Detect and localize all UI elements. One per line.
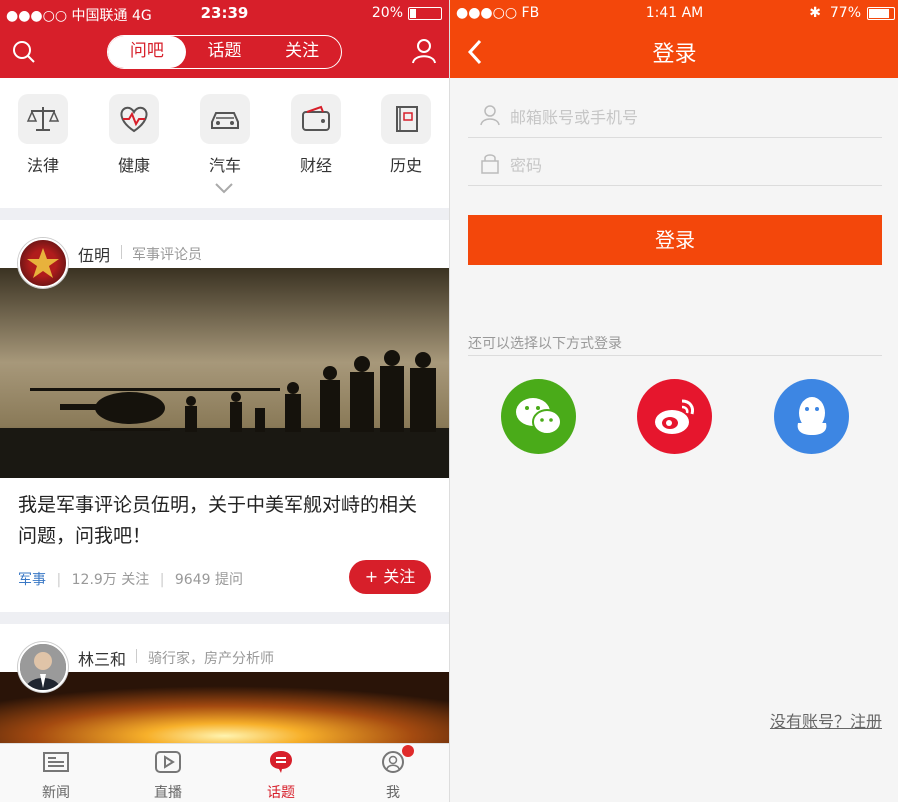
category-law[interactable]: 法律 bbox=[17, 94, 69, 176]
battery-icon bbox=[408, 7, 442, 20]
topic-tag[interactable]: 军事 bbox=[18, 572, 46, 588]
tab-label: 我 bbox=[386, 785, 400, 801]
tab-live[interactable]: 直播 bbox=[138, 750, 198, 802]
car-icon bbox=[200, 94, 250, 144]
chevron-down-icon[interactable] bbox=[214, 182, 234, 194]
tab-topics-active[interactable]: 话题 bbox=[251, 750, 311, 802]
tab-topics[interactable]: 话题 bbox=[186, 36, 264, 68]
scale-icon bbox=[18, 94, 68, 144]
follow-button[interactable]: + 关注 bbox=[349, 560, 431, 594]
password-field[interactable]: 密码 bbox=[468, 138, 882, 186]
category-label: 健康 bbox=[117, 156, 150, 175]
category-label: 法律 bbox=[26, 156, 59, 175]
category-label: 历史 bbox=[389, 156, 422, 175]
category-car[interactable]: 汽车 bbox=[199, 94, 251, 176]
tab-following[interactable]: 关注 bbox=[263, 36, 341, 68]
tab-news[interactable]: 新闻 bbox=[26, 750, 86, 802]
divider bbox=[468, 355, 882, 356]
question-count: 9649 提问 bbox=[174, 572, 243, 588]
wallet-icon bbox=[291, 94, 341, 144]
login-button[interactable]: 登录 bbox=[468, 215, 882, 265]
author-role: 骑行家，房产分析师 bbox=[148, 651, 274, 667]
battery-percent: 20% bbox=[371, 5, 403, 21]
star-emblem-icon bbox=[27, 248, 59, 278]
separator: | bbox=[56, 572, 62, 588]
tab-me[interactable]: 我 bbox=[363, 750, 423, 802]
tab-label: 直播 bbox=[154, 785, 182, 801]
app-header: 问吧 话题 关注 bbox=[0, 26, 449, 78]
alt-login-label: 还可以选择以下方式登录 bbox=[468, 336, 622, 352]
author-name[interactable]: 林三和 bbox=[78, 646, 126, 670]
category-row: 法律 健康 汽车 财经 历史 bbox=[0, 78, 449, 208]
user-icon bbox=[480, 105, 500, 126]
qq-login-button[interactable] bbox=[774, 379, 849, 454]
author-role: 军事评论员 bbox=[132, 247, 202, 263]
heart-pulse-icon bbox=[109, 94, 159, 144]
notification-dot bbox=[402, 745, 414, 757]
segment-control: 问吧 话题 关注 bbox=[107, 35, 342, 69]
topic-title[interactable]: 我是军事评论员伍明，关于中美军舰对峙的相关问题，问我吧！ bbox=[18, 490, 433, 552]
divider bbox=[0, 612, 449, 624]
author-name[interactable]: 伍明 bbox=[78, 242, 110, 266]
topic-card[interactable]: 林三和 骑行家，房产分析师 bbox=[0, 624, 449, 743]
helicopter-soldiers-photo[interactable] bbox=[0, 268, 449, 478]
weibo-login-button[interactable] bbox=[637, 379, 712, 454]
newspaper-icon bbox=[43, 752, 69, 772]
wechat-icon bbox=[515, 397, 562, 435]
status-bar: ●●●○○ FB 1:41 AM ✱ 77% bbox=[450, 0, 898, 26]
separator bbox=[121, 245, 122, 259]
page-title: 登录 bbox=[652, 42, 697, 67]
username-field[interactable]: 邮箱账号或手机号 bbox=[468, 90, 882, 138]
tab-wenba[interactable]: 问吧 bbox=[108, 36, 186, 68]
tab-label: 新闻 bbox=[42, 785, 70, 801]
bluetooth-icon: ✱ bbox=[809, 5, 821, 21]
status-bar: ●●●○○ 中国联通 4G 23:39 20% bbox=[0, 0, 449, 26]
topic-card[interactable]: 伍明 军事评论员 我是军事评论员伍明，关于中美军舰对峙的相关问题，问我吧！ 军事… bbox=[0, 220, 449, 612]
battery-percent: 77% bbox=[829, 5, 861, 21]
avatar[interactable] bbox=[18, 238, 68, 288]
wechat-login-button[interactable] bbox=[501, 379, 576, 454]
divider bbox=[0, 208, 449, 220]
weibo-icon bbox=[654, 399, 694, 434]
category-label: 汽车 bbox=[208, 156, 241, 175]
category-finance[interactable]: 财经 bbox=[290, 94, 342, 176]
login-header: ●●●○○ FB 1:41 AM ✱ 77% 登录 bbox=[450, 0, 898, 78]
tab-label: 话题 bbox=[267, 785, 295, 801]
chat-bubble-icon bbox=[270, 751, 292, 773]
separator: | bbox=[159, 572, 165, 588]
category-label: 财经 bbox=[299, 156, 332, 175]
search-icon[interactable] bbox=[12, 40, 36, 64]
lock-icon bbox=[481, 154, 499, 174]
login-panel: ●●●○○ FB 1:41 AM ✱ 77% 登录 邮箱账号或手机号 密码 登录… bbox=[449, 0, 898, 802]
username-placeholder: 邮箱账号或手机号 bbox=[510, 108, 639, 127]
category-health[interactable]: 健康 bbox=[108, 94, 160, 176]
book-icon bbox=[381, 94, 431, 144]
topic-meta: 军事 | 12.9万 关注 | 9649 提问 bbox=[18, 569, 243, 589]
user-icon[interactable] bbox=[411, 38, 437, 64]
register-link[interactable]: 没有账号？注册 bbox=[770, 708, 882, 732]
person-photo-icon bbox=[20, 644, 66, 690]
sunset-photo[interactable] bbox=[0, 672, 449, 743]
follower-count: 12.9万 关注 bbox=[71, 572, 150, 588]
avatar[interactable] bbox=[18, 642, 68, 692]
battery-icon bbox=[867, 7, 895, 20]
bottom-tab-bar: 新闻 直播 话题 我 bbox=[0, 743, 449, 802]
password-placeholder: 密码 bbox=[510, 156, 543, 175]
category-history[interactable]: 历史 bbox=[380, 94, 432, 176]
news-app-panel: ●●●○○ 中国联通 4G 23:39 20% 问吧 话题 关注 法律 健康 汽… bbox=[0, 0, 449, 802]
separator bbox=[136, 649, 137, 663]
play-icon bbox=[155, 751, 181, 773]
qq-penguin-icon bbox=[797, 396, 826, 435]
